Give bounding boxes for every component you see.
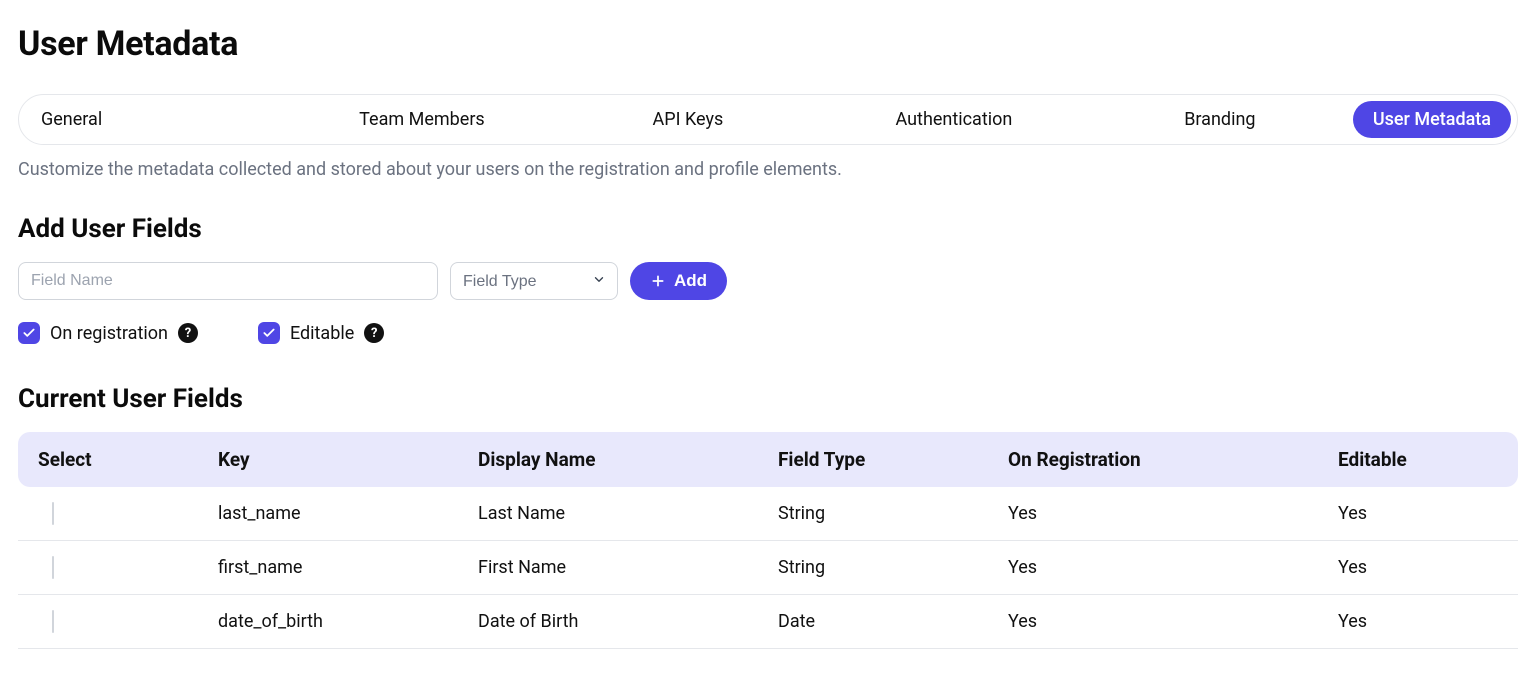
col-editable: Editable xyxy=(1338,448,1498,471)
cell-display-name: Last Name xyxy=(478,503,778,524)
cell-on-registration: Yes xyxy=(1008,557,1338,578)
editable-group: Editable ? xyxy=(258,322,384,344)
add-user-fields-row: Field Type Add xyxy=(18,262,1518,300)
row-select-checkbox[interactable] xyxy=(52,502,54,525)
add-button-label: Add xyxy=(674,271,707,291)
editable-label: Editable xyxy=(290,323,354,344)
tab-user-metadata[interactable]: User Metadata xyxy=(1353,101,1511,138)
cell-editable: Yes xyxy=(1338,557,1498,578)
row-select-checkbox[interactable] xyxy=(52,610,54,633)
help-icon[interactable]: ? xyxy=(364,323,384,343)
col-select: Select xyxy=(38,448,218,471)
cell-editable: Yes xyxy=(1338,611,1498,632)
page-title: User Metadata xyxy=(18,24,1518,64)
plus-icon xyxy=(650,273,666,289)
col-on-registration: On Registration xyxy=(1008,448,1338,471)
help-icon[interactable]: ? xyxy=(178,323,198,343)
col-key: Key xyxy=(218,448,478,471)
tabs: General Team Members API Keys Authentica… xyxy=(18,94,1518,145)
cell-field-type: String xyxy=(778,503,1008,524)
add-options-row: On registration ? Editable ? xyxy=(18,322,1518,344)
cell-on-registration: Yes xyxy=(1008,611,1338,632)
col-display-name: Display Name xyxy=(478,448,778,471)
tab-branding[interactable]: Branding xyxy=(1087,99,1353,140)
table-row: date_of_birth Date of Birth Date Yes Yes xyxy=(18,595,1518,649)
tab-general[interactable]: General xyxy=(25,99,289,140)
cell-display-name: Date of Birth xyxy=(478,611,778,632)
editable-checkbox[interactable] xyxy=(258,322,280,344)
table-header: Select Key Display Name Field Type On Re… xyxy=(18,432,1518,487)
tab-authentication[interactable]: Authentication xyxy=(821,99,1087,140)
field-type-select[interactable]: Field Type xyxy=(450,262,618,300)
cell-field-type: Date xyxy=(778,611,1008,632)
on-registration-label: On registration xyxy=(50,323,168,344)
cell-field-type: String xyxy=(778,557,1008,578)
cell-editable: Yes xyxy=(1338,503,1498,524)
tab-api-keys[interactable]: API Keys xyxy=(555,99,821,140)
row-select-checkbox[interactable] xyxy=(52,556,54,579)
field-type-select-wrap: Field Type xyxy=(450,262,618,300)
table-row: first_name First Name String Yes Yes xyxy=(18,541,1518,595)
add-button[interactable]: Add xyxy=(630,262,727,300)
cell-display-name: First Name xyxy=(478,557,778,578)
tab-team-members[interactable]: Team Members xyxy=(289,99,555,140)
col-field-type: Field Type xyxy=(778,448,1008,471)
add-user-fields-title: Add User Fields xyxy=(18,214,1518,244)
on-registration-checkbox[interactable] xyxy=(18,322,40,344)
on-registration-group: On registration ? xyxy=(18,322,198,344)
page-subtitle: Customize the metadata collected and sto… xyxy=(18,159,1518,180)
table-row: last_name Last Name String Yes Yes xyxy=(18,487,1518,541)
cell-key: last_name xyxy=(218,503,478,524)
cell-key: date_of_birth xyxy=(218,611,478,632)
field-name-input[interactable] xyxy=(18,262,438,300)
cell-on-registration: Yes xyxy=(1008,503,1338,524)
current-user-fields-title: Current User Fields xyxy=(18,384,1518,414)
cell-key: first_name xyxy=(218,557,478,578)
